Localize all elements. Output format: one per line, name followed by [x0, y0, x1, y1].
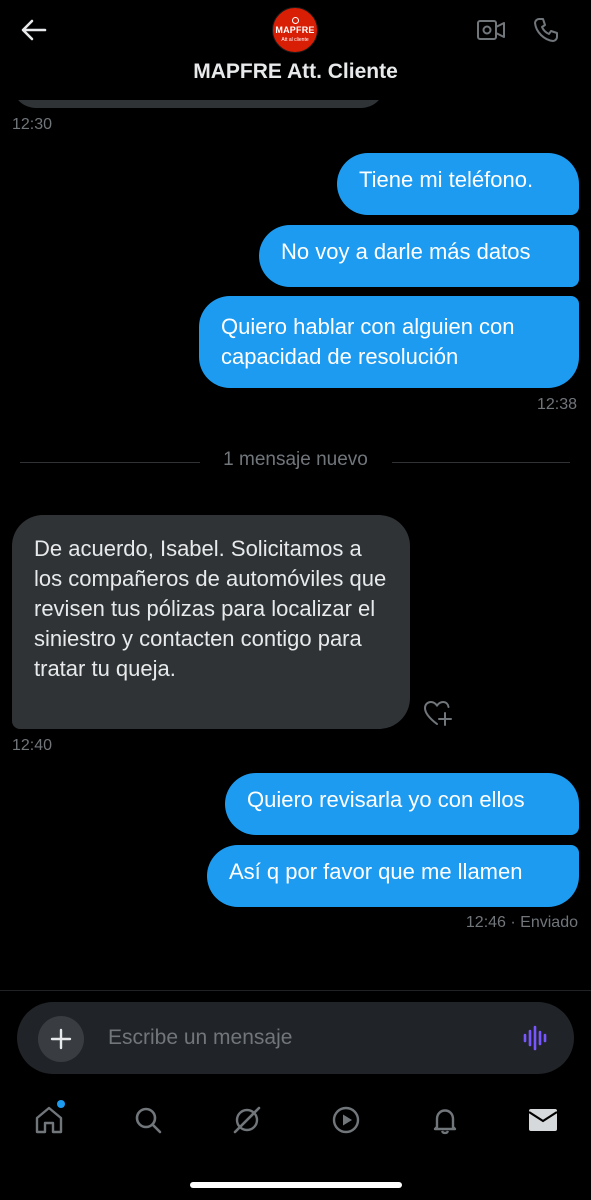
heart-plus-icon: [423, 700, 452, 726]
phone-icon: [534, 18, 558, 42]
message-text: Quiero revisarla yo con ellos: [247, 787, 525, 812]
sent-status: · Enviado: [510, 914, 578, 931]
chat-header: MAPFRE Att al cliente MAPFRE Att. Client…: [0, 0, 591, 100]
react-button[interactable]: [422, 698, 456, 728]
add-media-button[interactable]: [38, 1016, 84, 1062]
message-input[interactable]: Escribe un mensaje: [108, 1026, 292, 1050]
timestamp: 12:30: [12, 116, 53, 133]
notification-dot: [57, 1100, 65, 1108]
video-call-icon: [477, 20, 505, 40]
message-text: No voy a darle más datos: [281, 239, 531, 264]
message-text: De acuerdo, Isabel. Solicitamos a los co…: [34, 536, 387, 681]
message-status: 12:46 · Enviado: [466, 914, 578, 932]
message-text: Quiero hablar con alguien con capacidad …: [221, 314, 515, 369]
message-bubble-incoming[interactable]: De acuerdo, Isabel. Solicitamos a los co…: [12, 515, 410, 729]
nav-notifications[interactable]: [427, 1102, 463, 1138]
grok-icon: [233, 1106, 261, 1134]
message-bubble-outgoing[interactable]: Quiero revisarla yo con ellos: [225, 773, 579, 835]
message-text: Tiene mi teléfono.: [359, 167, 534, 192]
timestamp: 12:46: [465, 914, 506, 931]
message-bubble-outgoing[interactable]: Quiero hablar con alguien con capacidad …: [199, 296, 579, 388]
phone-call-button[interactable]: [530, 14, 562, 46]
back-arrow-icon: [21, 19, 47, 41]
mail-icon: [528, 1109, 558, 1131]
page-title[interactable]: MAPFRE Att. Cliente: [0, 60, 591, 84]
nav-messages[interactable]: [525, 1102, 561, 1138]
video-icon: [332, 1106, 360, 1134]
nav-search[interactable]: [130, 1102, 166, 1138]
avatar-brand: MAPFRE: [275, 25, 315, 35]
logo-mark: [291, 17, 299, 24]
search-icon: [135, 1107, 162, 1134]
message-bubble-outgoing[interactable]: Tiene mi teléfono.: [337, 153, 579, 215]
message-bubble-outgoing[interactable]: Así q por favor que me llamen: [207, 845, 579, 907]
timestamp: 12:40: [12, 737, 53, 754]
bottom-navigation: [0, 1090, 591, 1150]
video-call-button[interactable]: [475, 14, 507, 46]
voice-message-button[interactable]: [520, 1022, 552, 1054]
timestamp: 12:38: [536, 396, 577, 413]
divider: [0, 990, 591, 991]
home-icon: [35, 1106, 63, 1134]
nav-video[interactable]: [328, 1102, 364, 1138]
bell-icon: [433, 1109, 457, 1135]
voice-wave-icon: [523, 1025, 547, 1051]
home-indicator[interactable]: [190, 1182, 402, 1188]
message-text: Así q por favor que me llamen: [229, 859, 523, 884]
new-message-divider: 1 mensaje nuevo: [223, 449, 368, 470]
back-button[interactable]: [18, 14, 50, 46]
plus-icon: [50, 1028, 72, 1050]
avatar-sub: Att al cliente: [281, 37, 309, 43]
message-composer: Escribe un mensaje: [17, 1002, 574, 1074]
nav-home[interactable]: [31, 1100, 67, 1138]
avatar[interactable]: MAPFRE Att al cliente: [272, 7, 318, 53]
nav-grok[interactable]: [229, 1102, 265, 1138]
message-bubble-outgoing[interactable]: No voy a darle más datos: [259, 225, 579, 287]
